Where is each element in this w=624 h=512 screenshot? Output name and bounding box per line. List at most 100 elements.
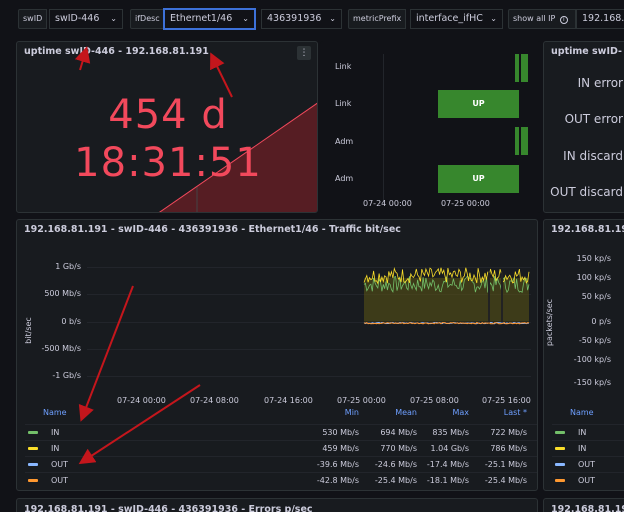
packets-panel: 192.168.81.191 packets/sec 150 kp/s 100 … [543, 219, 624, 491]
series-name: IN [578, 444, 587, 453]
series-name: IN [51, 428, 60, 437]
var-select-swid[interactable]: swID-446 ⌄ [49, 9, 123, 29]
var-select-showallip[interactable]: 192.168.8 [576, 9, 624, 29]
series-name: IN [578, 428, 587, 437]
legend-header-min[interactable]: Min [299, 408, 359, 417]
legend-row[interactable]: OUT -39.6 Mb/s -24.6 Mb/s -17.4 Mb/s -25.1 M… [25, 456, 537, 472]
legend-header-name[interactable]: Name [570, 408, 594, 417]
legend-value-mean: -24.6 Mb/s [374, 460, 417, 469]
status-row-label: Adm [335, 174, 354, 183]
legend-value-max: 1.04 Gb/s [430, 444, 470, 453]
y-tick: -50 kp/s [578, 336, 611, 345]
var-label-swid: swID [18, 9, 48, 29]
y-axis-label: packets/sec [545, 298, 555, 347]
y-tick: 100 kp/s [576, 273, 611, 282]
series-swatch [555, 463, 565, 466]
errors-panel: 192.168.81.191 - swID-446 - 436391936 - … [16, 498, 538, 512]
status-bar-adm [521, 127, 528, 155]
series-swatch [28, 431, 38, 434]
variable-bar: swID swID-446 ⌄ ifDesc Ethernet1/46 ⌄ 43… [0, 0, 624, 40]
y-tick: -100 kp/s [573, 355, 611, 364]
panel-title: 192.168.81.191 [551, 224, 624, 235]
series-name: OUT [578, 476, 596, 485]
y-tick: 50 kp/s [581, 292, 611, 301]
panel-title: 192.168.81.191 [551, 504, 624, 512]
legend-row[interactable]: IN 530 Mb/s 694 Mb/s 835 Mb/s 722 Mb/s [25, 424, 537, 440]
legend-value-last: -25.4 Mb/s [484, 476, 527, 485]
status-bar-adm [515, 127, 519, 155]
x-tick: 07-24 00:00 [117, 396, 166, 405]
errors-stat-panel: uptime swID- IN error OUT error IN disca… [543, 41, 624, 213]
stat-label: OUT discard [550, 185, 623, 199]
status-bar-link [515, 54, 519, 82]
series-name: OUT [51, 460, 69, 469]
legend-row[interactable]: IN 459 Mb/s 770 Mb/s 1.04 Gb/s 786 Mb/s [25, 440, 537, 456]
legend-row[interactable]: IN [552, 424, 624, 440]
legend-value-mean: -25.4 Mb/s [374, 476, 417, 485]
series-name: OUT [51, 476, 69, 485]
var-label-showallip-text: show all IP [513, 14, 556, 23]
series-swatch [28, 463, 38, 466]
legend-header-mean[interactable]: Mean [357, 408, 417, 417]
legend-value-last: -25.1 Mb/s [484, 460, 527, 469]
status-bar-adm-up: UP [438, 165, 519, 193]
series-name: IN [51, 444, 60, 453]
traffic-chart [363, 267, 530, 325]
x-tick: 07-25 00:00 [441, 199, 490, 208]
x-tick: 07-24 16:00 [264, 396, 313, 405]
legend-value-mean: 694 Mb/s [380, 428, 417, 437]
status-bar-link-up: UP [438, 90, 519, 118]
legend-header-name[interactable]: Name [43, 408, 67, 417]
stat-label: OUT error [564, 112, 623, 126]
status-row-label: Adm [335, 137, 354, 146]
x-tick: 07-25 16:00 [482, 396, 531, 405]
uptime-panel: uptime swID-446 - 192.168.81.191 ⋮ 454 d… [16, 41, 318, 213]
legend-value-min: -42.8 Mb/s [316, 476, 359, 485]
uptime-days: 454 d [108, 92, 228, 138]
legend-value-max: -18.1 Mb/s [426, 476, 469, 485]
y-tick: -150 kp/s [573, 378, 611, 387]
y-tick: 0 p/s [591, 317, 611, 326]
panel-title: uptime swID- [551, 46, 622, 57]
var-label-showallip: show all IP i [508, 9, 576, 29]
legend-row[interactable]: OUT [552, 456, 624, 472]
series-swatch [28, 447, 38, 450]
var-select-ifdesc[interactable]: Ethernet1/46 ⌄ [164, 9, 255, 29]
info-icon: i [559, 16, 568, 24]
var-select-metricprefix[interactable]: interface_ifHC ⌄ [410, 9, 503, 29]
status-row-label: Link [335, 62, 352, 71]
x-tick: 07-25 00:00 [337, 396, 386, 405]
legend-value-min: 459 Mb/s [322, 444, 359, 453]
discards-panel: 192.168.81.191 [543, 498, 624, 512]
x-tick: 07-24 08:00 [190, 396, 239, 405]
legend-row[interactable]: OUT -42.8 Mb/s -25.4 Mb/s -18.1 Mb/s -25.4 M… [25, 472, 537, 488]
var-value-ifdesc: Ethernet1/46 [170, 13, 233, 24]
legend-header-last[interactable]: Last * [467, 408, 527, 417]
stat-label: IN discard [563, 149, 623, 163]
var-value-index: 436391936 [267, 13, 322, 24]
var-value-showallip: 192.168.8 [582, 13, 624, 24]
legend-value-last: 786 Mb/s [490, 444, 527, 453]
x-tick: 07-25 08:00 [410, 396, 459, 405]
var-label-metricprefix: metricPrefix [348, 9, 407, 29]
series-swatch [555, 447, 565, 450]
legend-header-max[interactable]: Max [409, 408, 469, 417]
var-label-ifdesc: ifDesc [130, 9, 165, 29]
x-tick: 07-24 00:00 [363, 199, 412, 208]
legend-row[interactable]: OUT [552, 472, 624, 488]
grid-line [383, 54, 384, 204]
status-history-panel: Link Link Adm Adm UP UP 07-24 00:00 07-2… [320, 41, 541, 213]
series-swatch [28, 479, 38, 482]
y-tick: 150 kp/s [576, 254, 611, 263]
legend-value-max: 835 Mb/s [432, 428, 469, 437]
legend-value-last: 722 Mb/s [490, 428, 527, 437]
stat-label: IN error [577, 76, 623, 90]
series-name: OUT [578, 460, 596, 469]
legend-row[interactable]: IN [552, 440, 624, 456]
var-value-swid: swID-446 [55, 13, 100, 24]
var-select-index[interactable]: 436391936 ⌄ [261, 9, 342, 29]
status-row-label: Link [335, 99, 352, 108]
legend-value-max: -17.4 Mb/s [426, 460, 469, 469]
legend-value-mean: 770 Mb/s [380, 444, 417, 453]
panel-title: 192.168.81.191 - swID-446 - 436391936 - … [24, 504, 313, 512]
